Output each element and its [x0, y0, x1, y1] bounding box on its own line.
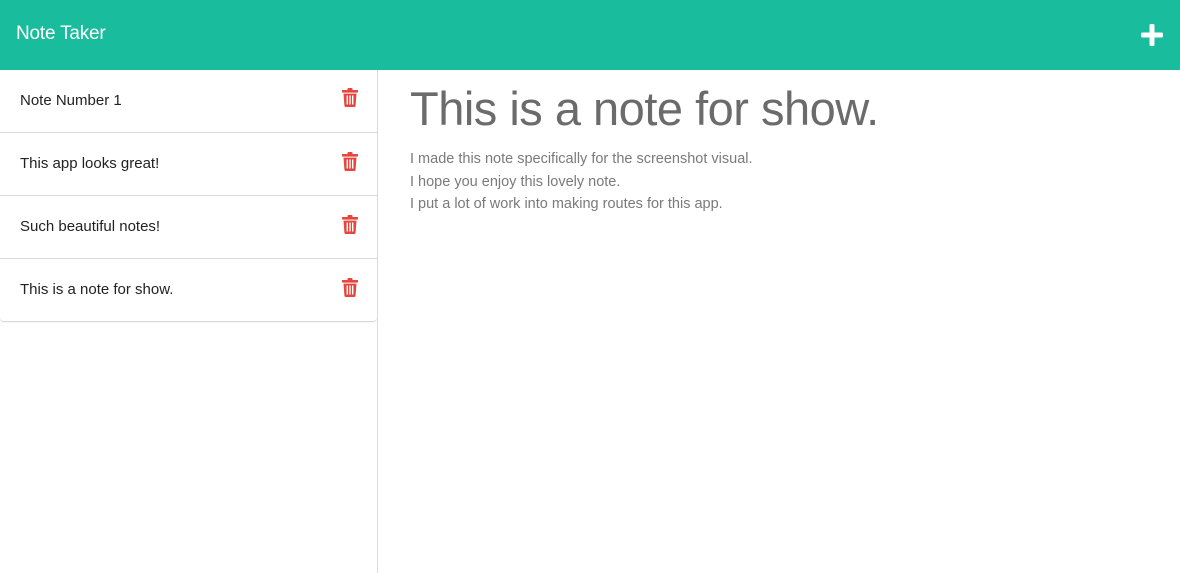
note-view: This is a note for show. I made this not…	[410, 70, 1150, 216]
note-title[interactable]: Note Number 1	[20, 92, 122, 110]
note-title-heading[interactable]: This is a note for show.	[410, 84, 1150, 134]
note-list-item[interactable]: Such beautiful notes!	[0, 195, 377, 258]
app-title[interactable]: Note Taker	[16, 22, 106, 46]
note-list: Note Number 1 This app looks great! Such…	[0, 70, 377, 322]
trash-icon[interactable]	[342, 88, 358, 107]
note-body-line: I made this note specifically for the sc…	[410, 151, 753, 167]
trash-icon[interactable]	[342, 278, 358, 297]
note-title[interactable]: This is a note for show.	[20, 281, 173, 299]
trash-icon[interactable]	[342, 215, 358, 234]
trash-icon[interactable]	[342, 152, 358, 171]
note-list-item[interactable]: Note Number 1	[0, 70, 377, 132]
note-body-line: I hope you enjoy this lovely note.	[410, 173, 621, 190]
plus-icon	[1141, 24, 1163, 46]
note-list-item[interactable]: This app looks great!	[0, 132, 377, 195]
note-body-line: I put a lot of work into making routes f…	[410, 196, 723, 212]
top-navbar: Note Taker	[0, 0, 1180, 70]
note-title[interactable]: This app looks great!	[20, 155, 159, 173]
note-title[interactable]: Such beautiful notes!	[20, 218, 160, 236]
notes-sidebar: Note Number 1 This app looks great! Such…	[0, 70, 378, 573]
new-note-button[interactable]	[1140, 23, 1164, 47]
note-body[interactable]: I made this note specifically for the sc…	[410, 148, 1150, 216]
note-list-item[interactable]: This is a note for show.	[0, 258, 377, 321]
